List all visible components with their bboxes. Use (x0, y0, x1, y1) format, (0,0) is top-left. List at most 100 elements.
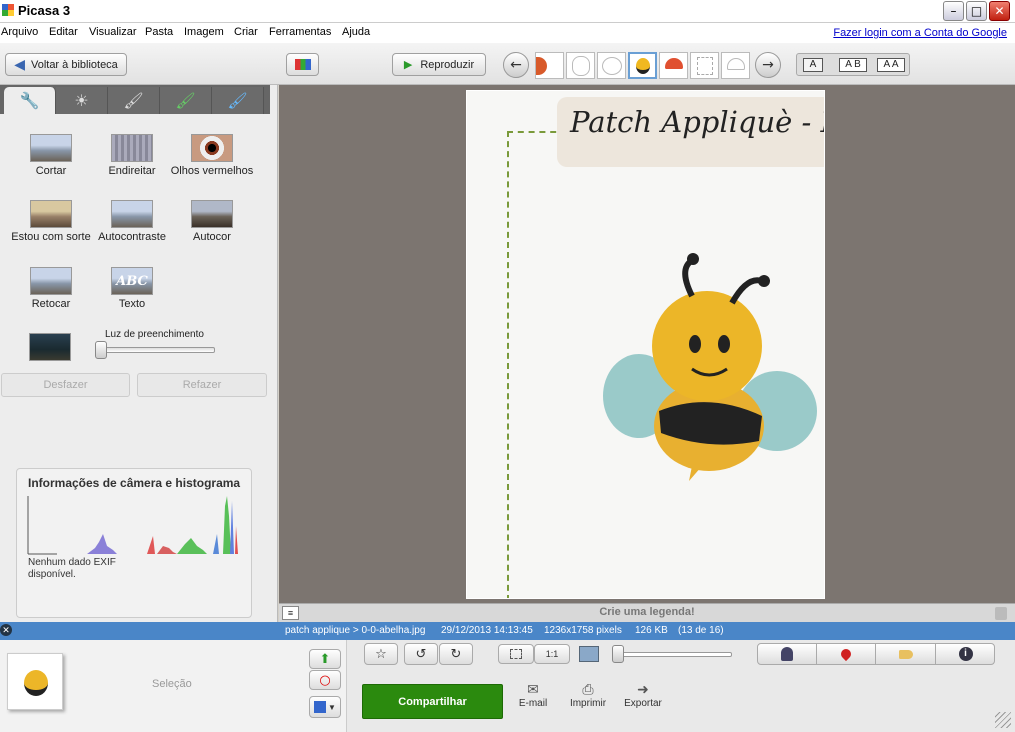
chevron-down-icon: ▼ (328, 702, 336, 712)
fill-light-icon (29, 333, 71, 361)
export-label: Exportar (624, 698, 662, 709)
map-pin-icon (838, 646, 854, 662)
tab-effects[interactable]: 🖌 (108, 87, 160, 114)
fit-view-button[interactable] (498, 644, 534, 664)
green-brush-icon: 🖌 (175, 91, 196, 110)
next-photo-button[interactable]: → (755, 52, 781, 78)
fill-light-slider[interactable] (97, 347, 215, 353)
back-to-library-button[interactable]: ◀ Voltar à biblioteca (5, 53, 127, 76)
collage-icon (294, 59, 311, 70)
print-label: Imprimir (569, 698, 607, 709)
bottom-panel: Seleção ⬆ ○ ▼ ☆ ↺ ↻ 1:1 i Compartilhar ✉… (0, 640, 1015, 732)
view-single-button[interactable]: A (803, 58, 823, 72)
filmstrip-thumb-4-selected[interactable] (628, 52, 657, 79)
tab-effects-2[interactable]: 🖌 (160, 87, 212, 114)
histogram-chart (27, 496, 238, 555)
tray-bee-image (24, 670, 48, 696)
straighten-tool[interactable]: Endireitar (87, 134, 177, 177)
status-bar: ✕ patch applique > 0-0-abelha.jpg 29/12/… (0, 622, 1015, 640)
google-login-link[interactable]: Fazer login com a Conta do Google (833, 27, 1007, 39)
email-button[interactable]: ✉ E-mail (505, 682, 561, 709)
undo-button[interactable]: Desfazer (1, 373, 130, 397)
view-compare-button[interactable]: A A (877, 58, 905, 72)
im-feeling-lucky-tool[interactable]: Estou com sorte (6, 200, 96, 243)
close-button[interactable]: ✕ (989, 1, 1010, 21)
hold-pin-button[interactable]: ⬆ (309, 649, 341, 669)
fill-light-slider-knob[interactable] (95, 341, 107, 359)
caption-input[interactable]: Crie uma legenda! (279, 606, 1015, 618)
text-tool[interactable]: ABC Texto (87, 267, 177, 310)
view-side-by-side-button[interactable]: A B (839, 58, 867, 72)
retouch-label: Retocar (31, 298, 71, 310)
star-button[interactable]: ☆ (364, 643, 398, 665)
auto-color-tool[interactable]: Autocor (167, 200, 257, 243)
view-mode-group: A A B A A (796, 53, 910, 76)
menu-visualizar[interactable]: Visualizar (89, 26, 137, 38)
menu-imagem[interactable]: Imagem (184, 26, 224, 38)
selection-label: Seleção (152, 678, 192, 690)
tags-button[interactable] (876, 644, 936, 664)
resize-grip[interactable] (995, 712, 1011, 728)
zoom-slider-knob[interactable] (612, 645, 624, 663)
clear-selection-button[interactable]: ○ (309, 670, 341, 690)
menu-editar[interactable]: Editar (49, 26, 78, 38)
play-slideshow-button[interactable]: ▶ Reproduzir (392, 53, 486, 76)
photo-bee-pattern[interactable]: Patch Appliquè - Ma (466, 90, 825, 599)
tab-tuning[interactable]: ☀ (56, 87, 108, 114)
trash-icon[interactable] (995, 607, 1007, 620)
back-arrow-icon: ◀ (14, 56, 25, 73)
red-eye-tool[interactable]: Olhos vermelhos (167, 134, 257, 177)
retouch-tool[interactable]: Retocar (6, 267, 96, 310)
tab-effects-3[interactable]: 🖌 (212, 87, 264, 114)
sun-icon: ☀ (74, 91, 89, 110)
camera-info-panel: Informações de câmera e histograma Nenhu… (16, 468, 252, 618)
histogram-title: Informações de câmera e histograma (28, 476, 241, 490)
filmstrip-thumb-1[interactable] (535, 52, 564, 79)
filmstrip-thumb-5[interactable] (659, 52, 688, 79)
menu-criar[interactable]: Criar (234, 26, 258, 38)
person-icon (781, 647, 793, 661)
auto-contrast-tool[interactable]: Autocontraste (87, 200, 177, 243)
menu-ferramentas[interactable]: Ferramentas (269, 26, 331, 38)
rotate-left-button[interactable]: ↺ (404, 643, 438, 665)
zoom-slider[interactable] (616, 652, 732, 657)
collage-button[interactable] (286, 53, 319, 76)
print-button[interactable]: ⎙ Imprimir (560, 682, 616, 709)
straighten-label: Endireitar (108, 165, 156, 177)
export-button[interactable]: ➜ Exportar (615, 682, 671, 709)
people-button[interactable] (758, 644, 817, 664)
auto-color-icon (191, 200, 233, 228)
play-icon: ▶ (403, 58, 413, 71)
places-button[interactable] (817, 644, 876, 664)
redo-button[interactable]: Refazer (137, 373, 267, 397)
toolbar: ◀ Voltar à biblioteca ▶ Reproduzir ← → A… (0, 43, 1015, 85)
play-label: Reproduzir (420, 58, 475, 71)
properties-button[interactable]: i (936, 644, 995, 664)
rotate-right-button[interactable]: ↻ (439, 643, 473, 665)
edit-tools-panel: 🔧 ☀ 🖌 🖌 🖌 Cortar Endireitar Olhos vermel… (0, 85, 278, 622)
window-title: Picasa 3 (18, 3, 71, 18)
tray-thumbnail[interactable] (7, 653, 63, 710)
previous-photo-button[interactable]: ← (503, 52, 529, 78)
album-dropdown-button[interactable]: ▼ (309, 696, 341, 718)
minimize-button[interactable]: – (943, 1, 964, 21)
envelope-icon: ✉ (527, 682, 539, 698)
auto-contrast-label: Autocontraste (98, 231, 166, 243)
photo-canvas[interactable]: Patch Appliquè - Ma (279, 85, 1015, 603)
actual-size-button[interactable]: 1:1 (534, 644, 570, 664)
menu-pasta[interactable]: Pasta (145, 26, 173, 38)
share-button[interactable]: Compartilhar (362, 684, 503, 719)
crop-icon (30, 134, 72, 162)
tab-basic-fixes[interactable]: 🔧 (4, 87, 56, 114)
menu-arquivo[interactable]: Arquivo (1, 26, 38, 38)
filmstrip-thumb-2[interactable] (566, 52, 595, 79)
menu-ajuda[interactable]: Ajuda (342, 26, 370, 38)
filmstrip-thumb-6[interactable] (690, 52, 719, 79)
maximize-button[interactable]: □ (966, 1, 987, 21)
close-status-button[interactable]: ✕ (0, 624, 12, 636)
crop-tool[interactable]: Cortar (6, 134, 96, 177)
filmstrip-thumb-7[interactable] (721, 52, 750, 79)
caption-bar: ≡ Crie uma legenda! (279, 603, 1015, 622)
filmstrip-thumb-3[interactable] (597, 52, 626, 79)
brush-icon: 🖌 (123, 91, 144, 110)
